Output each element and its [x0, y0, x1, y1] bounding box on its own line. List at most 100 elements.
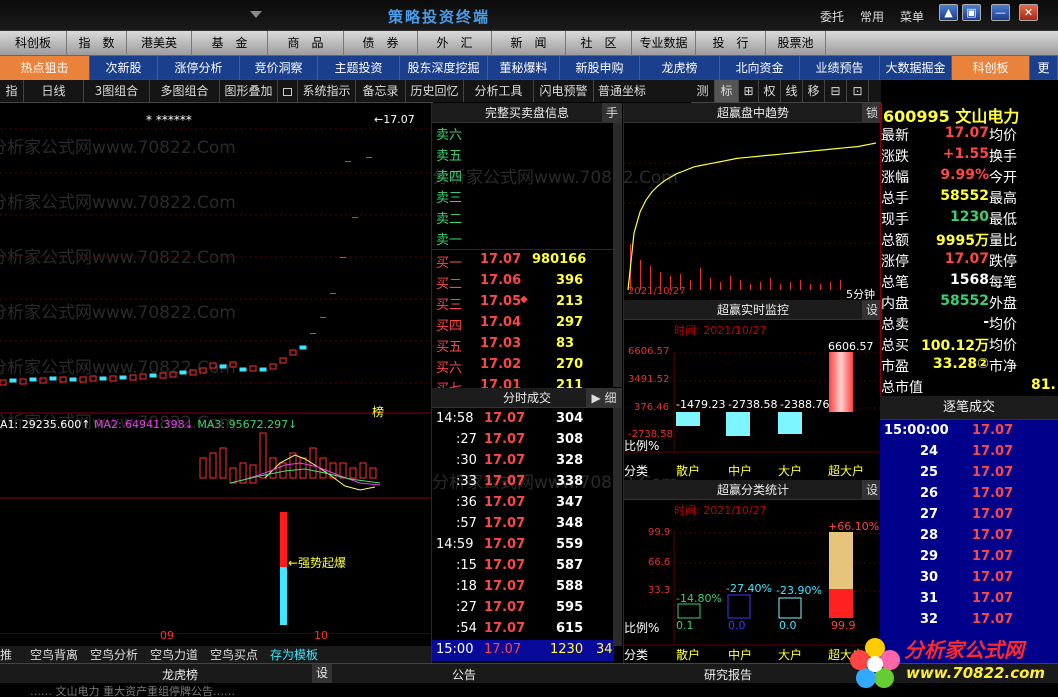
- candle: [109, 375, 117, 382]
- trend-lock-button[interactable]: 锁: [862, 103, 882, 123]
- candle: [139, 373, 147, 380]
- tb2-move[interactable]: 移: [803, 80, 825, 102]
- lock-icon[interactable]: [278, 80, 298, 102]
- menu-common[interactable]: 常用: [860, 8, 884, 25]
- tb-system[interactable]: 系统指示: [298, 80, 356, 102]
- nav-pro-data[interactable]: 专业数据: [632, 31, 696, 56]
- nav2-theme[interactable]: 主题投资: [318, 56, 400, 80]
- ticks-scrollbar[interactable]: [613, 408, 622, 646]
- menu-main[interactable]: 菜单: [900, 8, 924, 25]
- restore-icon[interactable]: ▣: [962, 4, 981, 21]
- tick-row: 14:58 17.07 304: [436, 411, 584, 426]
- nav-fund[interactable]: 基 金: [192, 31, 268, 56]
- quote-row: 总笔 1568 每笔: [881, 272, 1017, 291]
- classify-panel: 超赢分类统计 设 时间: 2021/10/27 99.9 66.6 33.3 -…: [623, 480, 882, 663]
- candle: [129, 374, 137, 381]
- nav2-big-data[interactable]: 大数据掘金: [880, 56, 952, 80]
- kline-panel[interactable]: 分析家公式网www.70822.Com 分析家公式网www.70822.Com …: [0, 103, 431, 663]
- bottom-settings-button[interactable]: 设: [312, 664, 332, 683]
- minimize-icon[interactable]: —: [991, 4, 1010, 21]
- close-icon[interactable]: ✕: [1019, 4, 1038, 21]
- tb-multi-combo[interactable]: 多图组合: [150, 80, 220, 102]
- quote-row: 现手 1230 最低: [881, 209, 1017, 228]
- tb2-line[interactable]: 线: [781, 80, 803, 102]
- classify-chart: [624, 532, 882, 646]
- nav2-earnings[interactable]: 业绩预告: [800, 56, 880, 80]
- candle: [189, 369, 197, 376]
- panel-icon[interactable]: ⊡: [847, 80, 869, 102]
- nav-hk-us[interactable]: 港美英: [127, 31, 192, 56]
- orderbook-hand-button[interactable]: 手: [602, 103, 622, 123]
- grid-icon[interactable]: ⊞: [739, 80, 759, 102]
- nav-commodity[interactable]: 商 品: [268, 31, 344, 56]
- realtime-cat: 超大户: [828, 464, 865, 478]
- tb2-mark[interactable]: 标: [715, 80, 739, 102]
- tab-formula[interactable]: 空鸟买点: [210, 646, 258, 663]
- tb-tools[interactable]: 分析工具: [464, 80, 534, 102]
- candle: [289, 349, 297, 356]
- brand-watermark: 分析家公式网 www.70822.com: [846, 632, 1056, 694]
- star-marker: * ******: [146, 113, 192, 127]
- trade-row: 24 17.07: [920, 444, 1014, 459]
- tab-research[interactable]: 研究报告: [704, 666, 752, 683]
- candle: [39, 377, 47, 384]
- realtime-value: -2738.58: [728, 398, 778, 411]
- tb-daily[interactable]: 日线: [24, 80, 84, 102]
- nav2-hot-snipe[interactable]: 热点狙击: [0, 56, 90, 80]
- nav2-northbound[interactable]: 北向资金: [720, 56, 800, 80]
- nav-community[interactable]: 社 区: [566, 31, 632, 56]
- volume-bar: [369, 467, 377, 479]
- dropdown-arrow-icon[interactable]: [250, 11, 262, 18]
- tab-dragon-tiger[interactable]: 龙虎榜: [162, 666, 198, 683]
- tab-formula[interactable]: 空鸟分析: [90, 646, 138, 663]
- tab-save-template[interactable]: 存为模板: [270, 646, 318, 663]
- tb-indicator[interactable]: 指标: [0, 80, 24, 120]
- nav2-dragon-tiger[interactable]: 龙虎榜: [640, 56, 720, 80]
- tb-coord[interactable]: 普通坐标: [594, 80, 691, 102]
- tab-announcement[interactable]: 公告: [452, 666, 476, 683]
- nav-star-market[interactable]: 科创板: [0, 31, 67, 56]
- candle: [59, 376, 67, 383]
- tab-formula[interactable]: 空鸟背离: [30, 646, 78, 663]
- menu-entrust[interactable]: 委托: [820, 8, 844, 25]
- candle: [279, 357, 287, 364]
- nav2-auction[interactable]: 竞价洞察: [240, 56, 318, 80]
- window-icon[interactable]: ⊟: [825, 80, 847, 102]
- tab-formula[interactable]: 空鸟力道: [150, 646, 198, 663]
- orderbook-panel: 完整买卖盘信息 手 分析家公式网www.70822.Com 卖六 卖五 卖四 卖…: [431, 103, 678, 397]
- quote-row: 涨幅 9.99% 今开: [881, 167, 1017, 186]
- realtime-ratio-label: 比例%: [624, 439, 660, 453]
- tb-3-combo[interactable]: 3图组合: [84, 80, 150, 102]
- tb-history[interactable]: 历史回忆: [406, 80, 464, 102]
- nav-forex[interactable]: 外 汇: [418, 31, 492, 56]
- collapse-icon[interactable]: ▲: [939, 4, 958, 21]
- quote-row: 内盘 58552 外盘: [881, 293, 1017, 312]
- stock-header: 600995 文山电力: [883, 107, 1020, 126]
- nav-investment-bank[interactable]: 投 行: [696, 31, 766, 56]
- nav2-more[interactable]: 更: [1030, 56, 1058, 80]
- nav2-ipo[interactable]: 新股申购: [560, 56, 640, 80]
- nav-stock-pool[interactable]: 股票池: [766, 31, 826, 56]
- nav-bond[interactable]: 债 券: [344, 31, 418, 56]
- tb-memo[interactable]: 备忘录: [356, 80, 406, 102]
- tb2-measure[interactable]: 测: [691, 80, 715, 102]
- realtime-value: -2388.76: [780, 398, 830, 411]
- title-bar: 策略投资终端 委托 常用 菜单 ▲ ▣ — ✕: [0, 0, 1058, 31]
- ticks-detail-button[interactable]: ▶ 细: [586, 388, 622, 408]
- tb-alert[interactable]: 闪电预警: [534, 80, 594, 102]
- classify-base: 0.0: [728, 619, 746, 632]
- nav-news[interactable]: 新 闻: [492, 31, 566, 56]
- classify-base: 0.0: [779, 619, 797, 632]
- brand-name: 分析家公式网: [904, 638, 1024, 662]
- nav2-secretary[interactable]: 董秘爆料: [488, 56, 560, 80]
- nav-index[interactable]: 指 数: [67, 31, 127, 56]
- tb-overlay[interactable]: 图形叠加: [220, 80, 278, 102]
- nav2-shareholder[interactable]: 股东深度挖掘: [400, 56, 488, 80]
- nav2-limit-up[interactable]: 涨停分析: [158, 56, 240, 80]
- nav2-new-stocks[interactable]: 次新股: [90, 56, 158, 80]
- realtime-value: -1479.23: [676, 398, 726, 411]
- tab-formula[interactable]: 推: [0, 646, 12, 663]
- tb2-right[interactable]: 权: [759, 80, 781, 102]
- orderbook-scrollbar[interactable]: [613, 123, 622, 387]
- nav2-star-market[interactable]: 科创板: [952, 56, 1030, 80]
